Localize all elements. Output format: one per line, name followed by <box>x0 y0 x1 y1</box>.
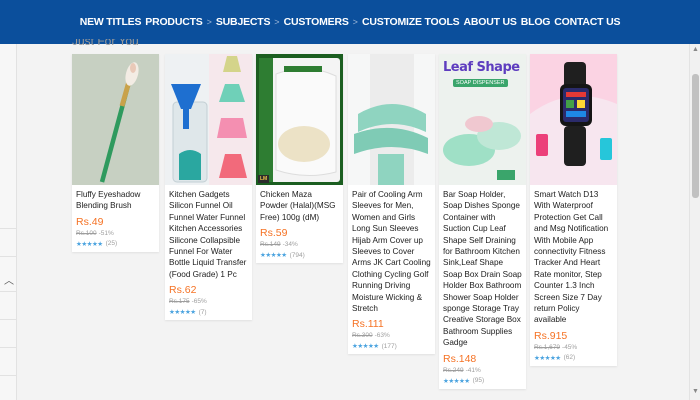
product-price: Rs.49 <box>76 215 104 228</box>
side-panel-cell <box>0 375 17 400</box>
product-card[interactable]: Fluffy Eyeshadow Blending Brush Rs.49 Rs… <box>72 54 159 252</box>
nav-products[interactable]: PRODUCTS <box>145 16 203 28</box>
nav-separator: > <box>352 17 358 27</box>
product-rating: ★★★★★ (7) <box>169 308 207 317</box>
product-card[interactable]: Kitchen Gadgets Silicon Funnel Oil Funne… <box>165 54 252 321</box>
product-image[interactable] <box>348 54 435 185</box>
product-price: Rs.148 <box>443 352 477 365</box>
side-panel-cell <box>0 347 17 375</box>
makeup-brush-image <box>72 54 159 185</box>
product-title[interactable]: Fluffy Eyeshadow Blending Brush <box>76 189 155 212</box>
nav-customize-tools[interactable]: CUSTOMIZE TOOLS <box>362 16 460 28</box>
product-old-price: Rs.100 -51% <box>76 229 114 237</box>
product-rating: ★★★★★ (794) <box>260 251 305 260</box>
product-old-price: Rs.175 -65% <box>169 298 207 306</box>
product-card[interactable]: Pair of Cooling Arm Sleeves for Men, Wom… <box>348 54 435 355</box>
nav-new-titles[interactable]: NEW TITLES <box>80 16 142 28</box>
smart-watch-image <box>530 54 617 185</box>
product-title[interactable]: Smart Watch D13 With Waterproof Protecti… <box>534 189 613 326</box>
silicone-funnel-image <box>165 54 252 185</box>
product-image[interactable] <box>530 54 617 185</box>
scroll-up-arrow-icon[interactable]: ▲ <box>692 46 699 53</box>
top-navigation-bar: NEW TITLES PRODUCTS > SUBJECTS > CUSTOME… <box>0 0 700 44</box>
star-rating-icon: ★★★★★ <box>169 309 196 317</box>
star-rating-icon: ★★★★★ <box>443 377 470 385</box>
product-image[interactable] <box>165 54 252 185</box>
left-side-panel: ︿ <box>0 44 17 400</box>
product-rating: ★★★★★ (25) <box>76 240 118 248</box>
lazmall-badge: LM <box>258 175 270 183</box>
nav-blog[interactable]: BLOG <box>521 16 551 28</box>
product-old-price: Rs.1,679 -45% <box>534 343 578 351</box>
nav-separator: > <box>206 17 212 27</box>
scrollbar-thumb[interactable] <box>692 74 699 198</box>
arm-sleeves-image <box>348 54 435 185</box>
product-rating: ★★★★★ (177) <box>352 342 397 351</box>
product-card[interactable]: Smart Watch D13 With Waterproof Protecti… <box>530 54 617 366</box>
product-title[interactable]: Chicken Maza Powder (Halal)(MSG Free) 10… <box>260 189 339 223</box>
product-title[interactable]: Bar Soap Holder, Soap Dishes Sponge Cont… <box>443 189 522 349</box>
star-rating-icon: ★★★★★ <box>260 252 287 260</box>
side-panel-cell <box>0 228 17 256</box>
image-overlay-title: Leaf Shape <box>443 60 520 75</box>
product-price: Rs.111 <box>352 318 384 331</box>
side-panel-cell <box>0 319 17 347</box>
nav-subjects[interactable]: SUBJECTS <box>216 16 271 28</box>
side-panel-cell <box>0 291 17 319</box>
vertical-scrollbar[interactable]: ▲ ▼ <box>689 44 700 400</box>
section-title: Just For You <box>72 39 139 48</box>
product-image[interactable] <box>72 54 159 185</box>
product-card[interactable]: Leaf Shape SOAP DISPENSER Bar Soap Holde… <box>439 54 526 389</box>
product-title[interactable]: Kitchen Gadgets Silicon Funnel Oil Funne… <box>169 189 248 280</box>
nav-contact-us[interactable]: CONTACT US <box>554 16 620 28</box>
scroll-down-arrow-icon[interactable]: ▼ <box>692 388 699 395</box>
product-price: Rs.915 <box>534 329 568 342</box>
star-rating-icon: ★★★★★ <box>352 343 379 351</box>
star-rating-icon: ★★★★★ <box>534 354 561 362</box>
image-overlay-subtitle: SOAP DISPENSER <box>453 79 508 87</box>
chicken-powder-pack-image <box>256 54 343 185</box>
product-old-price: Rs.149 -34% <box>260 241 298 249</box>
product-old-price: Rs.249 -41% <box>443 366 481 374</box>
product-price: Rs.62 <box>169 284 197 297</box>
product-old-price: Rs.300 -63% <box>352 332 390 340</box>
product-rating: ★★★★★ (62) <box>534 354 576 362</box>
chevron-up-icon[interactable]: ︿ <box>4 272 14 287</box>
product-card[interactable]: LM Chicken Maza Powder (Halal)(MSG Free)… <box>256 54 343 264</box>
nav-customers[interactable]: CUSTOMERS <box>284 16 349 28</box>
product-price: Rs.59 <box>260 227 288 240</box>
nav-about-us[interactable]: ABOUT US <box>463 16 516 28</box>
product-image[interactable]: Leaf Shape SOAP DISPENSER <box>439 54 526 185</box>
product-rating: ★★★★★ (95) <box>443 377 485 385</box>
product-title[interactable]: Pair of Cooling Arm Sleeves for Men, Wom… <box>352 189 431 314</box>
nav-separator: > <box>274 17 280 27</box>
star-rating-icon: ★★★★★ <box>76 240 103 248</box>
product-image[interactable]: LM <box>256 54 343 185</box>
